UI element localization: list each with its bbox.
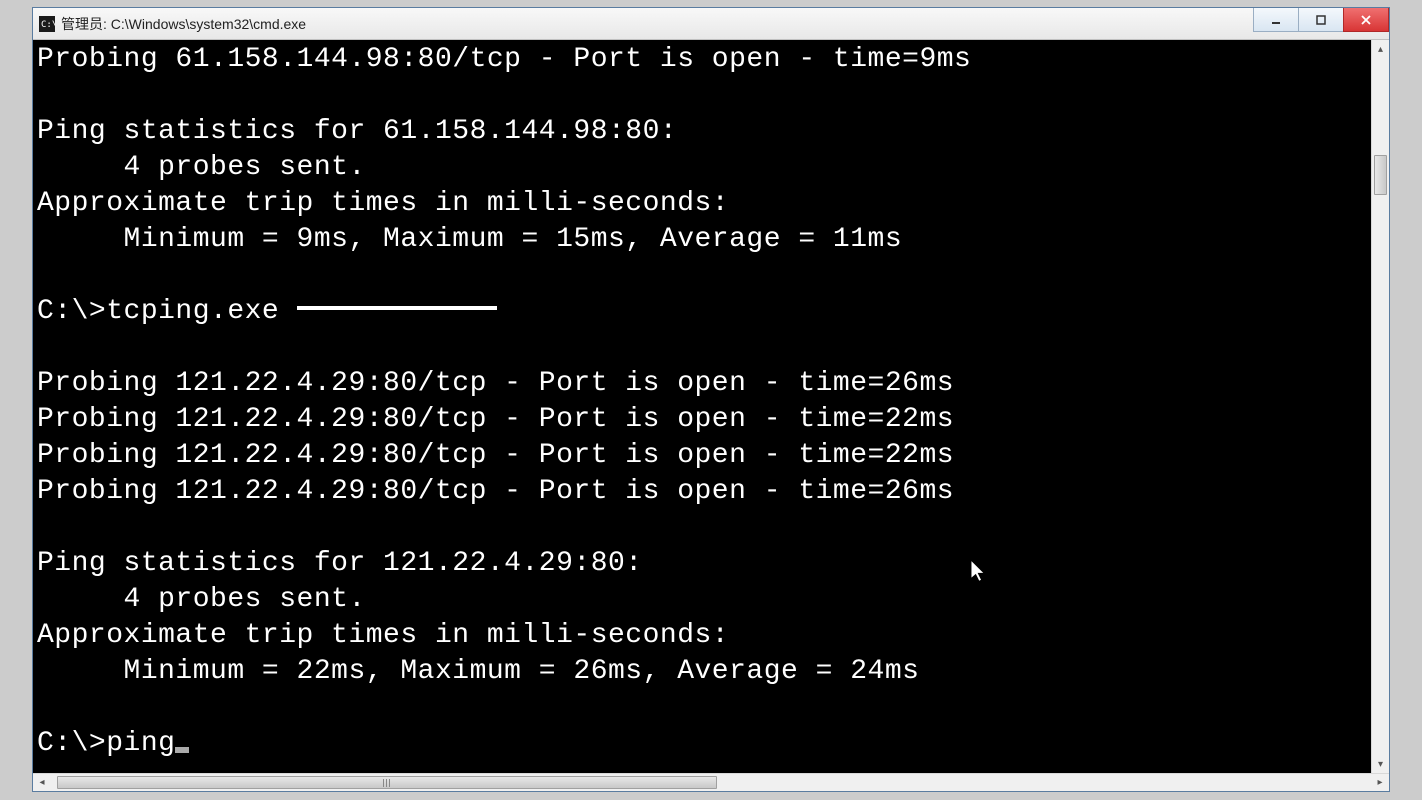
horizontal-scrollbar[interactable]: ◂ ▸ — [33, 773, 1389, 791]
terminal-area: Probing 61.158.144.98:80/tcp - Port is o… — [33, 40, 1389, 773]
vertical-scrollbar[interactable]: ▴ ▾ — [1371, 40, 1389, 773]
output-line: Probing 121.22.4.29:80/tcp - Port is ope… — [37, 440, 954, 471]
output-line: Approximate trip times in milli-seconds: — [37, 188, 729, 219]
minimize-button[interactable] — [1253, 8, 1299, 32]
cmd-icon: C:\ — [39, 16, 55, 32]
horizontal-scroll-thumb[interactable] — [57, 776, 717, 789]
horizontal-scroll-track[interactable] — [51, 774, 1371, 791]
window-title: 管理员: C:\Windows\system32\cmd.exe — [61, 14, 306, 34]
titlebar[interactable]: C:\ 管理员: C:\Windows\system32\cmd.exe — [33, 8, 1389, 40]
output-line: Probing 121.22.4.29:80/tcp - Port is ope… — [37, 476, 954, 507]
terminal-output[interactable]: Probing 61.158.144.98:80/tcp - Port is o… — [33, 40, 1371, 773]
output-line: Probing 61.158.144.98:80/tcp - Port is o… — [37, 44, 971, 75]
output-line: 4 probes sent. — [37, 584, 366, 615]
output-line: Minimum = 9ms, Maximum = 15ms, Average =… — [37, 224, 902, 255]
output-line: 4 probes sent. — [37, 152, 366, 183]
output-line: Ping statistics for 121.22.4.29:80: — [37, 548, 643, 579]
text-cursor — [175, 747, 189, 753]
output-line: Probing 121.22.4.29:80/tcp - Port is ope… — [37, 368, 954, 399]
scroll-up-arrow[interactable]: ▴ — [1372, 40, 1389, 58]
svg-text:C:\: C:\ — [41, 20, 55, 30]
scroll-right-arrow[interactable]: ▸ — [1371, 774, 1389, 791]
output-line: Ping statistics for 61.158.144.98:80: — [37, 116, 677, 147]
redacted-hostname — [297, 306, 497, 310]
scroll-down-arrow[interactable]: ▾ — [1372, 755, 1389, 773]
cmd-window: C:\ 管理员: C:\Windows\system32\cmd.exe Pro… — [32, 7, 1390, 792]
window-controls — [1254, 8, 1389, 32]
output-line: Minimum = 22ms, Maximum = 26ms, Average … — [37, 656, 919, 687]
close-button[interactable] — [1343, 8, 1389, 32]
scroll-left-arrow[interactable]: ◂ — [33, 774, 51, 791]
vertical-scroll-thumb[interactable] — [1374, 155, 1387, 195]
maximize-button[interactable] — [1298, 8, 1344, 32]
output-line: C:\>tcping.exe — [37, 296, 497, 327]
output-line: Approximate trip times in milli-seconds: — [37, 620, 729, 651]
output-line: Probing 121.22.4.29:80/tcp - Port is ope… — [37, 404, 954, 435]
prompt-line: C:\>ping — [37, 728, 189, 759]
